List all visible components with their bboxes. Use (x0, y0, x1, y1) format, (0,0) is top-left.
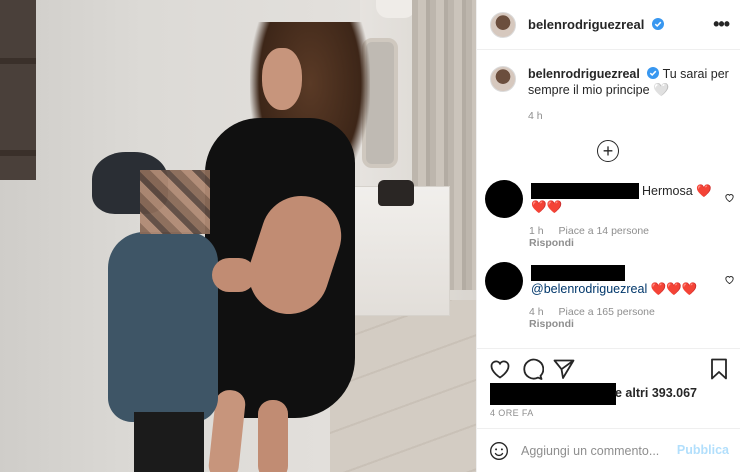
comment-item: @belenrodriguezreal ❤️❤️❤️ 4 h Piace a 1… (485, 262, 735, 332)
comment-text: @belenrodriguezreal ❤️❤️❤️ (531, 282, 697, 297)
liked-by-redacted (490, 383, 616, 405)
author-avatar[interactable] (490, 11, 516, 38)
reply-button[interactable]: Rispondi (529, 237, 574, 249)
comment-like-heart-icon[interactable] (724, 274, 735, 285)
heart-emoji: ❤️ (696, 184, 712, 198)
comment-likes[interactable]: Piace a 14 persone (559, 225, 649, 237)
add-comment-bar: Pubblica (477, 428, 740, 472)
action-bar (477, 348, 740, 388)
photo-lamp (376, 0, 416, 18)
plus-circle-icon: + (602, 141, 614, 161)
photo-child-shorts (134, 412, 204, 472)
photo-child-face-pixelated (140, 170, 210, 234)
post-sidebar: belenrodriguezreal ••• belenrodriguezrea… (476, 0, 740, 472)
author-username[interactable]: belenrodriguezreal (528, 17, 664, 32)
more-options-icon[interactable]: ••• (713, 14, 730, 35)
photo-handbag (378, 180, 414, 206)
comment-username-redacted (531, 183, 639, 199)
photo-woman-face (262, 48, 302, 110)
comment-mention-link[interactable]: @belenrodriguezreal (531, 282, 647, 296)
post-photo[interactable] (0, 0, 476, 472)
comment-meta: 1 h Piace a 14 persone (529, 225, 661, 237)
verified-badge-icon (647, 67, 660, 79)
share-paper-plane-icon[interactable] (552, 357, 576, 381)
white-heart-emoji: 🤍 (653, 82, 670, 97)
comment-avatar-redacted[interactable] (485, 262, 523, 300)
post-timestamp[interactable]: 4 ORE FA (490, 408, 534, 418)
save-bookmark-icon[interactable] (707, 357, 731, 381)
comment-time[interactable]: 1 h (529, 225, 544, 237)
emoji-smiley-icon[interactable] (489, 441, 509, 461)
comment-like-heart-icon[interactable] (724, 192, 735, 203)
comment-emoji-line: ❤️❤️ (531, 200, 563, 214)
caption-text: belenrodriguezreal Tu sarai per sempre i… (528, 66, 730, 98)
comment-time[interactable]: 4 h (529, 306, 544, 318)
comment-bubble-icon[interactable] (520, 357, 544, 381)
post-header: belenrodriguezreal ••• (477, 0, 740, 50)
likes-count[interactable]: e altri 393.067 (615, 386, 697, 400)
comment-input[interactable] (521, 439, 673, 463)
comment-username-redacted (531, 265, 625, 281)
caption-time[interactable]: 4 h (528, 110, 543, 122)
photo-child-hoodie (108, 232, 218, 422)
heart-emoji: ❤️❤️❤️ (650, 282, 698, 296)
comment-likes[interactable]: Piace a 165 persone (559, 306, 655, 318)
comment-meta: 4 h Piace a 165 persone (529, 306, 667, 318)
caption-avatar[interactable] (490, 66, 516, 92)
comment-item: Hermosa ❤️ ❤️❤️ 1 h Piace a 14 persone R… (485, 180, 735, 250)
comment-avatar-redacted[interactable] (485, 180, 523, 218)
comment-text: Hermosa ❤️ (642, 184, 712, 198)
photo-woman-leg (258, 400, 288, 472)
like-heart-icon[interactable] (488, 357, 512, 381)
publish-button[interactable]: Pubblica (677, 443, 729, 457)
load-more-comments-button[interactable]: + (597, 140, 619, 162)
reply-button[interactable]: Rispondi (529, 318, 574, 330)
photo-child-hand (212, 258, 256, 292)
instagram-post: belenrodriguezreal ••• belenrodriguezrea… (0, 0, 740, 472)
photo-shelf (0, 0, 36, 180)
caption-username[interactable]: belenrodriguezreal (528, 67, 640, 81)
post-caption: belenrodriguezreal Tu sarai per sempre i… (490, 66, 730, 98)
verified-badge-icon (651, 18, 664, 30)
